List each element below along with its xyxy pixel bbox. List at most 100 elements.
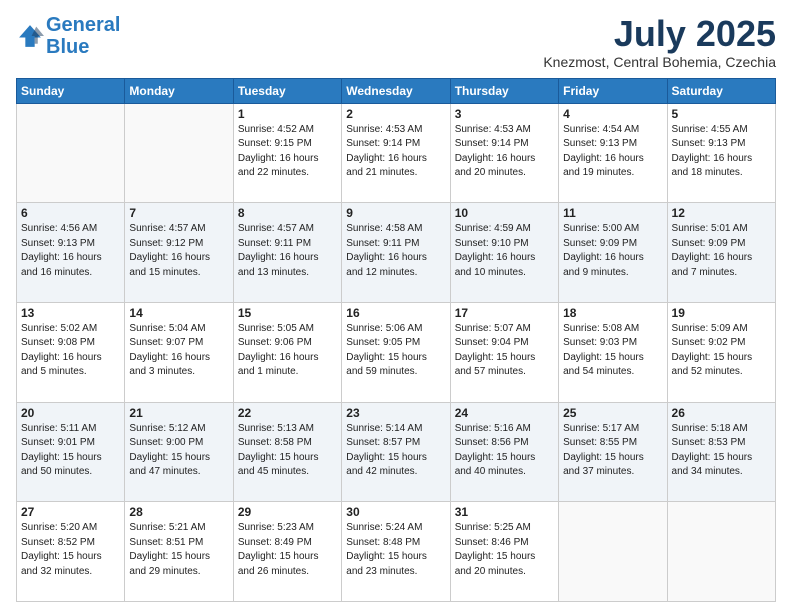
day-info: Sunrise: 5:18 AM Sunset: 8:53 PM Dayligh…	[672, 422, 771, 480]
day-number: 28	[129, 505, 228, 519]
day-info: Sunrise: 5:13 AM Sunset: 8:58 PM Dayligh…	[238, 422, 337, 480]
day-info: Sunrise: 4:52 AM Sunset: 9:15 PM Dayligh…	[238, 123, 337, 181]
calendar-cell: 29 Sunrise: 5:23 AM Sunset: 8:49 PM Dayli…	[233, 502, 341, 602]
day-number: 29	[238, 505, 337, 519]
weekday-header-friday: Friday	[559, 78, 667, 103]
header: General Blue July 2025 Knezmost, Central…	[16, 14, 776, 70]
day-number: 21	[129, 406, 228, 420]
month-year: July 2025	[543, 14, 776, 54]
calendar-cell: 26 Sunrise: 5:18 AM Sunset: 8:53 PM Dayli…	[667, 402, 775, 502]
weekday-header-wednesday: Wednesday	[342, 78, 450, 103]
day-info: Sunrise: 5:24 AM Sunset: 8:48 PM Dayligh…	[346, 521, 445, 579]
day-number: 18	[563, 306, 662, 320]
day-number: 14	[129, 306, 228, 320]
logo: General Blue	[16, 14, 120, 58]
day-info: Sunrise: 5:21 AM Sunset: 8:51 PM Dayligh…	[129, 521, 228, 579]
day-info: Sunrise: 4:57 AM Sunset: 9:11 PM Dayligh…	[238, 222, 337, 280]
day-info: Sunrise: 5:09 AM Sunset: 9:02 PM Dayligh…	[672, 322, 771, 380]
logo-blue: Blue	[46, 36, 89, 58]
calendar-cell: 30 Sunrise: 5:24 AM Sunset: 8:48 PM Dayli…	[342, 502, 450, 602]
day-info: Sunrise: 5:00 AM Sunset: 9:09 PM Dayligh…	[563, 222, 662, 280]
calendar-header-row: SundayMondayTuesdayWednesdayThursdayFrid…	[17, 78, 776, 103]
calendar-cell: 17 Sunrise: 5:07 AM Sunset: 9:04 PM Dayli…	[450, 302, 558, 402]
calendar-cell: 4 Sunrise: 4:54 AM Sunset: 9:13 PM Daylig…	[559, 103, 667, 203]
calendar-cell: 24Sunrise: 5:16 AM Sunset: 8:56 PM Dayli…	[450, 402, 558, 502]
day-info: Sunrise: 5:05 AM Sunset: 9:06 PM Dayligh…	[238, 322, 337, 380]
weekday-header-thursday: Thursday	[450, 78, 558, 103]
day-info: Sunrise: 5:02 AM Sunset: 9:08 PM Dayligh…	[21, 322, 120, 380]
day-number: 8	[238, 206, 337, 220]
calendar-cell: 12 Sunrise: 5:01 AM Sunset: 9:09 PM Dayli…	[667, 203, 775, 303]
calendar-cell: 14Sunrise: 5:04 AM Sunset: 9:07 PM Dayli…	[125, 302, 233, 402]
calendar-week-row: 13 Sunrise: 5:02 AM Sunset: 9:08 PM Dayli…	[17, 302, 776, 402]
day-number: 24	[455, 406, 554, 420]
calendar-week-row: 1Sunrise: 4:52 AM Sunset: 9:15 PM Daylig…	[17, 103, 776, 203]
weekday-header-monday: Monday	[125, 78, 233, 103]
day-info: Sunrise: 5:23 AM Sunset: 8:49 PM Dayligh…	[238, 521, 337, 579]
calendar-cell: 23Sunrise: 5:14 AM Sunset: 8:57 PM Dayli…	[342, 402, 450, 502]
day-info: Sunrise: 5:17 AM Sunset: 8:55 PM Dayligh…	[563, 422, 662, 480]
day-number: 10	[455, 206, 554, 220]
day-info: Sunrise: 5:11 AM Sunset: 9:01 PM Dayligh…	[21, 422, 120, 480]
calendar-cell: 16Sunrise: 5:06 AM Sunset: 9:05 PM Dayli…	[342, 302, 450, 402]
calendar-cell	[667, 502, 775, 602]
day-info: Sunrise: 4:54 AM Sunset: 9:13 PM Dayligh…	[563, 123, 662, 181]
day-info: Sunrise: 5:06 AM Sunset: 9:05 PM Dayligh…	[346, 322, 445, 380]
calendar-table: SundayMondayTuesdayWednesdayThursdayFrid…	[16, 78, 776, 602]
day-number: 15	[238, 306, 337, 320]
calendar-cell: 1Sunrise: 4:52 AM Sunset: 9:15 PM Daylig…	[233, 103, 341, 203]
day-number: 2	[346, 107, 445, 121]
day-number: 6	[21, 206, 120, 220]
calendar-week-row: 20 Sunrise: 5:11 AM Sunset: 9:01 PM Dayli…	[17, 402, 776, 502]
calendar-cell: 2Sunrise: 4:53 AM Sunset: 9:14 PM Daylig…	[342, 103, 450, 203]
calendar-cell: 8 Sunrise: 4:57 AM Sunset: 9:11 PM Daylig…	[233, 203, 341, 303]
calendar-cell: 15 Sunrise: 5:05 AM Sunset: 9:06 PM Dayli…	[233, 302, 341, 402]
calendar-cell: 22Sunrise: 5:13 AM Sunset: 8:58 PM Dayli…	[233, 402, 341, 502]
day-number: 19	[672, 306, 771, 320]
day-info: Sunrise: 4:57 AM Sunset: 9:12 PM Dayligh…	[129, 222, 228, 280]
day-number: 20	[21, 406, 120, 420]
calendar-cell: 3 Sunrise: 4:53 AM Sunset: 9:14 PM Daylig…	[450, 103, 558, 203]
logo-text: General Blue	[46, 14, 120, 58]
calendar-cell: 10Sunrise: 4:59 AM Sunset: 9:10 PM Dayli…	[450, 203, 558, 303]
calendar-cell: 9Sunrise: 4:58 AM Sunset: 9:11 PM Daylig…	[342, 203, 450, 303]
calendar-cell	[125, 103, 233, 203]
calendar-cell: 7 Sunrise: 4:57 AM Sunset: 9:12 PM Daylig…	[125, 203, 233, 303]
logo-general: General	[46, 14, 120, 36]
calendar-cell: 6 Sunrise: 4:56 AM Sunset: 9:13 PM Daylig…	[17, 203, 125, 303]
day-number: 27	[21, 505, 120, 519]
day-info: Sunrise: 4:56 AM Sunset: 9:13 PM Dayligh…	[21, 222, 120, 280]
day-info: Sunrise: 5:07 AM Sunset: 9:04 PM Dayligh…	[455, 322, 554, 380]
day-info: Sunrise: 4:55 AM Sunset: 9:13 PM Dayligh…	[672, 123, 771, 181]
day-number: 13	[21, 306, 120, 320]
calendar-week-row: 6 Sunrise: 4:56 AM Sunset: 9:13 PM Daylig…	[17, 203, 776, 303]
day-info: Sunrise: 5:14 AM Sunset: 8:57 PM Dayligh…	[346, 422, 445, 480]
day-info: Sunrise: 5:01 AM Sunset: 9:09 PM Dayligh…	[672, 222, 771, 280]
logo-icon	[16, 22, 44, 50]
calendar-cell: 18 Sunrise: 5:08 AM Sunset: 9:03 PM Dayli…	[559, 302, 667, 402]
calendar-cell: 28 Sunrise: 5:21 AM Sunset: 8:51 PM Dayli…	[125, 502, 233, 602]
weekday-header-saturday: Saturday	[667, 78, 775, 103]
calendar-cell: 20 Sunrise: 5:11 AM Sunset: 9:01 PM Dayli…	[17, 402, 125, 502]
day-number: 12	[672, 206, 771, 220]
day-number: 26	[672, 406, 771, 420]
weekday-header-sunday: Sunday	[17, 78, 125, 103]
day-number: 31	[455, 505, 554, 519]
day-number: 7	[129, 206, 228, 220]
day-info: Sunrise: 5:25 AM Sunset: 8:46 PM Dayligh…	[455, 521, 554, 579]
day-number: 30	[346, 505, 445, 519]
calendar-cell: 5Sunrise: 4:55 AM Sunset: 9:13 PM Daylig…	[667, 103, 775, 203]
calendar-cell: 31 Sunrise: 5:25 AM Sunset: 8:46 PM Dayli…	[450, 502, 558, 602]
day-number: 17	[455, 306, 554, 320]
day-info: Sunrise: 4:53 AM Sunset: 9:14 PM Dayligh…	[455, 123, 554, 181]
day-number: 3	[455, 107, 554, 121]
calendar-cell: 21Sunrise: 5:12 AM Sunset: 9:00 PM Dayli…	[125, 402, 233, 502]
calendar-cell: 27Sunrise: 5:20 AM Sunset: 8:52 PM Dayli…	[17, 502, 125, 602]
title-area: July 2025 Knezmost, Central Bohemia, Cze…	[543, 14, 776, 70]
location: Knezmost, Central Bohemia, Czechia	[543, 54, 776, 70]
day-info: Sunrise: 5:08 AM Sunset: 9:03 PM Dayligh…	[563, 322, 662, 380]
day-number: 4	[563, 107, 662, 121]
calendar-cell	[17, 103, 125, 203]
calendar-week-row: 27Sunrise: 5:20 AM Sunset: 8:52 PM Dayli…	[17, 502, 776, 602]
calendar-cell: 11Sunrise: 5:00 AM Sunset: 9:09 PM Dayli…	[559, 203, 667, 303]
